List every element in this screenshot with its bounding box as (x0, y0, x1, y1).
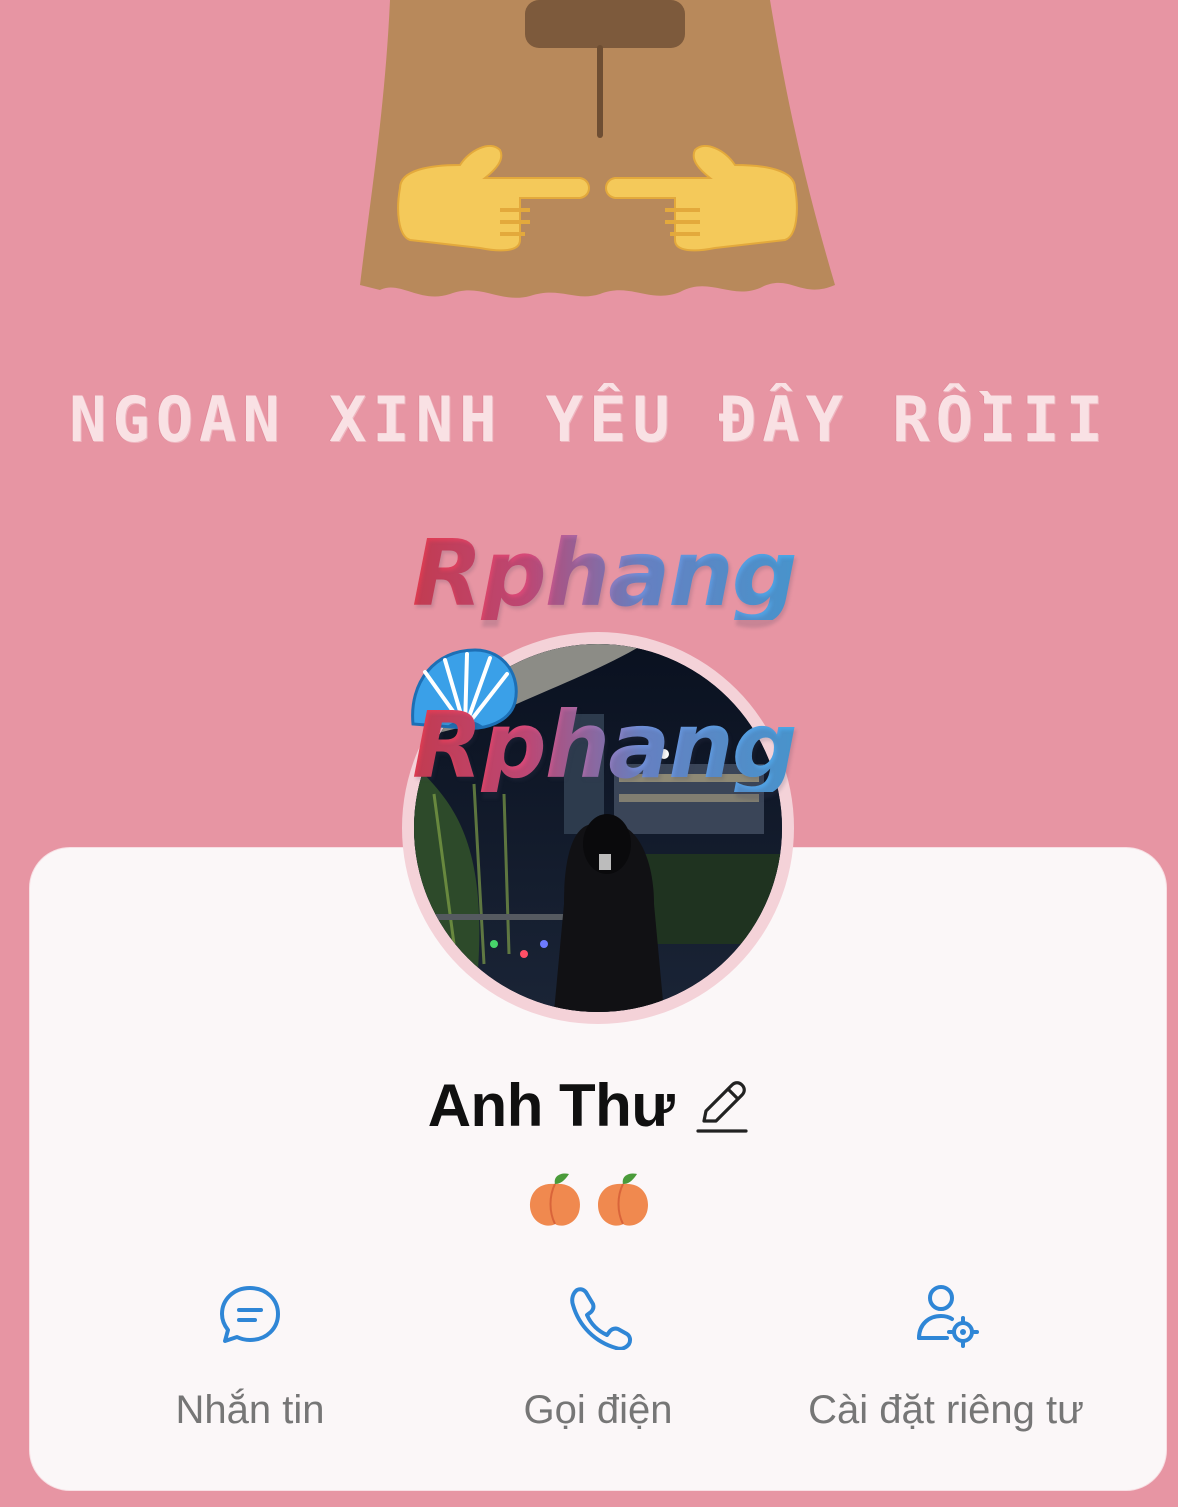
call-label: Gọi điện (523, 1388, 673, 1432)
profile-name: Anh Thư (427, 1071, 675, 1139)
profile-bio: 🍑🍑 (0, 1170, 1178, 1240)
call-button[interactable]: Gọi điện (498, 1280, 698, 1440)
user-settings-icon (917, 1285, 979, 1348)
face-patch (525, 0, 685, 48)
message-label: Nhắn tin (175, 1388, 325, 1432)
cover-caption: NGOAN XINH YÊU ĐÂY RỒIII (69, 383, 1109, 456)
privacy-settings-label: Cài đặt riêng tư (808, 1388, 1084, 1432)
watermark-text: Rphang (412, 520, 798, 627)
watermark-text: Rphang (412, 692, 798, 799)
peach-icon (598, 1173, 648, 1226)
message-button[interactable]: Nhắn tin (150, 1280, 350, 1440)
phone-icon (570, 1287, 633, 1350)
profile-name-row: Anh Thư (0, 1070, 1178, 1140)
pencil-icon[interactable] (696, 1077, 750, 1137)
profile-bio-text: 🍑🍑 (589, 1170, 590, 1171)
peach-icon (530, 1173, 580, 1226)
chat-bubble-icon (220, 1286, 280, 1343)
privacy-settings-button[interactable]: Cài đặt riêng tư (780, 1280, 1112, 1440)
